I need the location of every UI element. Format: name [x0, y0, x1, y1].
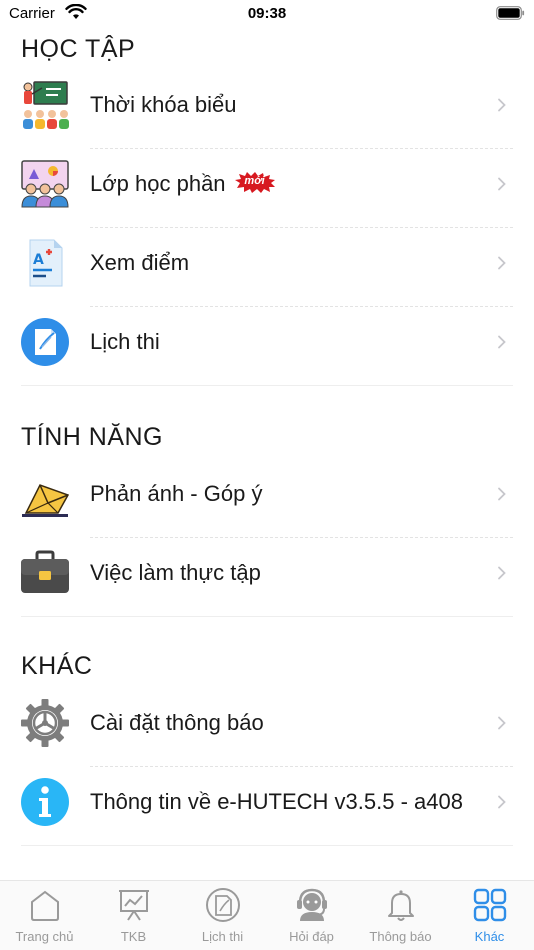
chevron-right-icon [498, 795, 506, 809]
classroom-icon [21, 160, 69, 208]
exam-icon [206, 888, 240, 922]
divider [90, 148, 513, 149]
tab-qa[interactable]: Hỏi đáp [267, 881, 356, 950]
tab-label: TKB [120, 929, 147, 944]
menu-item-label: Việc làm thực tập [90, 560, 261, 585]
menu-item-feedback[interactable]: Phản ánh - Góp ý [0, 460, 534, 539]
divider [21, 845, 513, 846]
menu-item-label: Thông tin về e-HUTECH v3.5.5 - a408 [90, 789, 463, 814]
chevron-right-icon [498, 98, 506, 112]
divider [90, 227, 513, 228]
menu-item-notification-settings[interactable]: Cài đặt thông báo [0, 689, 534, 768]
menu-item-label: Xem điểm [90, 250, 190, 275]
menu-item-view-grades[interactable]: A Xem điểm [0, 229, 534, 308]
divider [21, 385, 513, 386]
briefcase-icon [21, 550, 69, 593]
bell-icon [388, 890, 414, 921]
status-bar: Carrier 09:38 [0, 0, 534, 30]
tab-label: Hỏi đáp [289, 929, 334, 944]
menu-item-label: Lớp học phần [90, 171, 226, 196]
menu-item-about-app[interactable]: Thông tin về e-HUTECH v3.5.5 - a408 [0, 768, 534, 847]
menu-item-label: Phản ánh - Góp ý [90, 481, 263, 506]
tab-label: Trang chủ [15, 929, 74, 944]
chevron-right-icon [498, 256, 506, 270]
chevron-right-icon [498, 716, 506, 730]
tab-home[interactable]: Trang chủ [0, 881, 89, 950]
gear-icon [21, 699, 69, 747]
presentation-chart-icon [119, 890, 149, 921]
chevron-right-icon [498, 335, 506, 349]
new-badge-label: mới [244, 175, 265, 188]
divider [90, 537, 513, 538]
menu-item-label: Lịch thi [90, 329, 160, 354]
chevron-right-icon [498, 487, 506, 501]
divider [90, 306, 513, 307]
svg-text:A: A [33, 252, 44, 268]
divider [21, 616, 513, 617]
chevron-right-icon [498, 177, 506, 191]
grade-report-icon: A [29, 239, 63, 287]
menu-item-timetable[interactable]: Thời khóa biểu [0, 71, 534, 150]
exam-note-icon [21, 318, 69, 366]
tab-notifications[interactable]: Thông báo [356, 881, 445, 950]
divider [90, 766, 513, 767]
tab-timetable[interactable]: TKB [89, 881, 178, 950]
menu-item-internship-jobs[interactable]: Việc làm thực tập [0, 539, 534, 618]
menu-item-label-wrap: Lớp học phần mới [90, 150, 276, 218]
new-badge: mới [234, 171, 276, 194]
tab-label: Lịch thi [201, 929, 244, 944]
clock: 09:38 [247, 5, 287, 22]
menu-item-course-classes[interactable]: Lớp học phần mới [0, 150, 534, 229]
tab-exam-schedule[interactable]: Lịch thi [178, 881, 267, 950]
tab-bar: Trang chủ TKB Lịch thi Hỏi đáp Thông báo… [0, 880, 534, 950]
home-icon [31, 890, 59, 921]
tab-more[interactable]: Khác [445, 881, 534, 950]
section-title-tinh-nang: TÍNH NĂNG [21, 423, 163, 451]
tab-label: Thông báo [369, 929, 432, 944]
tab-label: Khác [474, 929, 505, 944]
menu-item-label: Thời khóa biểu [90, 92, 237, 117]
support-headset-icon [297, 888, 327, 921]
chevron-right-icon [498, 566, 506, 580]
menu-item-exam-schedule[interactable]: Lịch thi [0, 308, 534, 387]
grid-icon [473, 888, 507, 922]
info-icon [21, 778, 69, 826]
section-title-hoc-tap: HỌC TẬP [21, 35, 136, 63]
section-title-khac: KHÁC [21, 652, 93, 680]
feedback-envelope-icon [22, 484, 70, 517]
battery-icon [496, 6, 525, 20]
teacher-board-icon [23, 81, 69, 129]
menu-item-label: Cài đặt thông báo [90, 710, 264, 735]
